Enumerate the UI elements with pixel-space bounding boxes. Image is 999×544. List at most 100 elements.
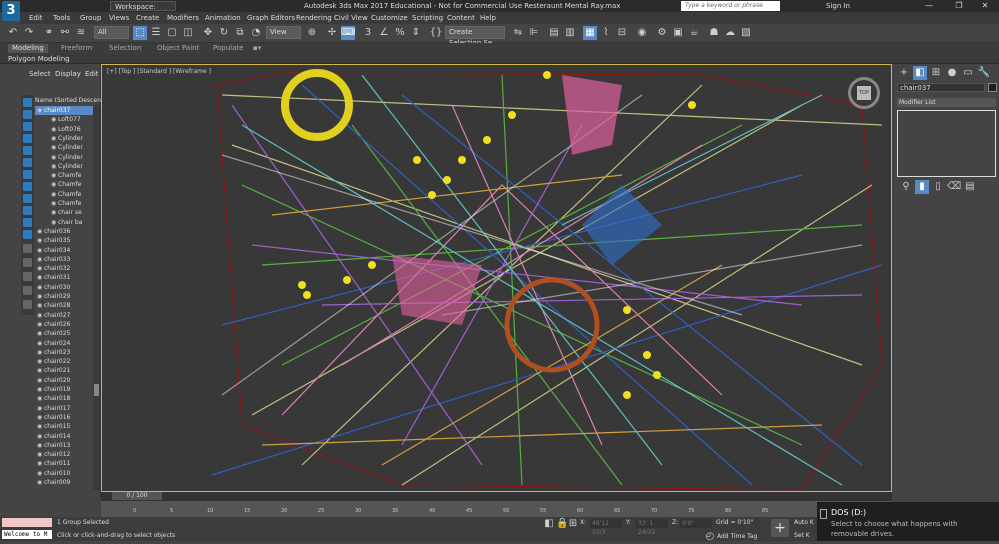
edit-named-sets-icon[interactable]: {} (429, 26, 443, 40)
maxscript-listener[interactable] (2, 518, 52, 527)
list-item[interactable]: ◉ chair022 (35, 357, 93, 366)
a360-gallery-icon[interactable]: ▧ (739, 26, 753, 40)
menu-customize[interactable]: Customize (371, 13, 408, 23)
set-key-button[interactable]: Set K (794, 532, 810, 539)
filter-none-icon[interactable] (23, 258, 32, 267)
list-item[interactable]: ◉ chair021 (35, 366, 93, 375)
create-tab-icon[interactable]: + (897, 66, 911, 80)
visibility-eye-icon[interactable]: ◉ (51, 208, 58, 217)
menu-tools[interactable]: Tools (53, 13, 70, 23)
z-coordinate-field[interactable]: 0'0" (680, 519, 712, 528)
search-input[interactable]: Type a keyword or phrase (681, 1, 780, 11)
menu-scripting[interactable]: Scripting (412, 13, 443, 23)
list-item[interactable]: ◉ chair032 (35, 264, 93, 273)
sign-in-link[interactable]: Sign In (826, 1, 850, 11)
modifier-list-dropdown[interactable]: Modifier List (897, 98, 996, 107)
list-item[interactable]: ◉ chair026 (35, 320, 93, 329)
selection-filter-dropdown[interactable]: All (94, 26, 129, 39)
select-manipulate-icon[interactable]: ✢ (325, 26, 339, 40)
visibility-eye-icon[interactable]: ◉ (37, 478, 44, 487)
list-item[interactable]: ◉ chair033 (35, 255, 93, 264)
menu-animation[interactable]: Animation (205, 13, 241, 23)
list-item[interactable]: ◉ chair029 (35, 292, 93, 301)
filter-helpers-icon[interactable] (23, 146, 32, 155)
window-crossing-icon[interactable]: ◫ (181, 26, 195, 40)
visibility-eye-icon[interactable]: ◉ (51, 162, 58, 171)
visibility-eye-icon[interactable]: ◉ (37, 301, 44, 310)
list-item[interactable]: ◉ chair020 (35, 376, 93, 385)
ribbon-tab-modeling[interactable]: Modeling (8, 44, 48, 53)
list-item[interactable]: ◉ chair016 (35, 413, 93, 422)
redo-icon[interactable]: ↷ (22, 26, 36, 40)
visibility-eye-icon[interactable]: ◉ (51, 218, 58, 227)
list-item[interactable]: ◉ chair028 (35, 301, 93, 310)
list-item[interactable]: ◉ chair025 (35, 329, 93, 338)
filter-spacewarps-icon[interactable] (23, 158, 32, 167)
visibility-eye-icon[interactable]: ◉ (51, 143, 58, 152)
ribbon-tab-object-paint[interactable]: Object Paint (157, 44, 199, 53)
minimize-button[interactable]: — (915, 0, 943, 12)
visibility-eye-icon[interactable]: ◉ (37, 227, 44, 236)
visibility-eye-icon[interactable]: ◉ (37, 339, 44, 348)
make-unique-icon[interactable]: ▯ (931, 180, 945, 194)
visibility-eye-icon[interactable]: ◉ (51, 134, 58, 143)
list-item[interactable]: ◉ Loft077 (35, 115, 93, 124)
visibility-eye-icon[interactable]: ◉ (37, 357, 44, 366)
visibility-eye-icon[interactable]: ◉ (37, 292, 44, 301)
find-icon[interactable] (23, 300, 32, 309)
list-item[interactable]: ◉ chair030 (35, 283, 93, 292)
list-item[interactable]: ◉ Cylinder (35, 143, 93, 152)
link-icon[interactable]: ⚭ (42, 26, 56, 40)
spinner-snap-icon[interactable]: ⇕ (409, 26, 423, 40)
menu-help[interactable]: Help (480, 13, 496, 23)
list-item[interactable]: ◉ chair017 (35, 404, 93, 413)
visibility-eye-icon[interactable]: ◉ (37, 264, 44, 273)
filter-lights-icon[interactable] (23, 122, 32, 131)
visibility-eye-icon[interactable]: ◉ (37, 385, 44, 394)
visibility-eye-icon[interactable]: ◉ (37, 413, 44, 422)
visibility-eye-icon[interactable]: ◉ (37, 432, 44, 441)
filter-geometry-icon[interactable] (23, 98, 32, 107)
list-item[interactable]: ◉ Loft076 (35, 125, 93, 134)
rendered-frame-icon[interactable]: ▣ (671, 26, 685, 40)
menu-rendering[interactable]: Rendering (296, 13, 332, 23)
filter-xrefs-icon[interactable] (23, 182, 32, 191)
maximize-button[interactable]: ❐ (945, 0, 973, 12)
motion-tab-icon[interactable]: ● (945, 66, 959, 80)
selection-lock-icon[interactable]: 🔒 (556, 517, 568, 531)
list-item[interactable]: ◉ chair024 (35, 339, 93, 348)
keyboard-shortcut-icon[interactable]: ⌨ (341, 26, 355, 40)
render-cloud-icon[interactable]: ☁ (723, 26, 737, 40)
filter-shapes-icon[interactable] (23, 110, 32, 119)
scene-explorer-icon[interactable]: ▦ (583, 26, 597, 40)
maxscript-mini-listener[interactable]: Welcome to M (2, 530, 52, 539)
visibility-eye-icon[interactable]: ◉ (37, 273, 44, 282)
list-item[interactable]: ◉ chair037 (35, 106, 93, 115)
list-item[interactable]: ◉ chair010 (35, 469, 93, 478)
x-coordinate-field[interactable]: 49'11 10/3 (590, 519, 622, 536)
percent-snap-icon[interactable]: % (393, 26, 407, 40)
visibility-eye-icon[interactable]: ◉ (37, 422, 44, 431)
visibility-eye-icon[interactable]: ◉ (37, 394, 44, 403)
visibility-eye-icon[interactable]: ◉ (37, 348, 44, 357)
list-item[interactable]: ◉ chair035 (35, 236, 93, 245)
visibility-eye-icon[interactable]: ◉ (37, 450, 44, 459)
visibility-eye-icon[interactable]: ◉ (37, 366, 44, 375)
render-setup-icon[interactable]: ⚙ (655, 26, 669, 40)
move-icon[interactable]: ✥ (201, 26, 215, 40)
list-item[interactable]: ◉ chair ba (35, 218, 93, 227)
modifier-stack[interactable] (897, 110, 996, 177)
material-editor-icon[interactable]: ◉ (635, 26, 649, 40)
filter-invert-icon[interactable] (23, 272, 32, 281)
explorer-scrollbar[interactable] (93, 105, 100, 490)
visibility-eye-icon[interactable]: ◉ (37, 329, 44, 338)
explorer-tab-display[interactable]: Display (55, 70, 81, 78)
close-button[interactable]: ✕ (971, 0, 999, 12)
isolate-icon[interactable]: ◧ (544, 517, 554, 531)
viewcube-face[interactable]: TOP (857, 86, 871, 100)
add-time-tag-button[interactable]: Add Time Tag (717, 533, 757, 540)
scale-icon[interactable]: ⧉ (233, 26, 247, 40)
utilities-tab-icon[interactable]: 🔧 (977, 66, 991, 80)
remove-modifier-icon[interactable]: ⌫ (947, 180, 961, 194)
menu-views[interactable]: Views (109, 13, 129, 23)
